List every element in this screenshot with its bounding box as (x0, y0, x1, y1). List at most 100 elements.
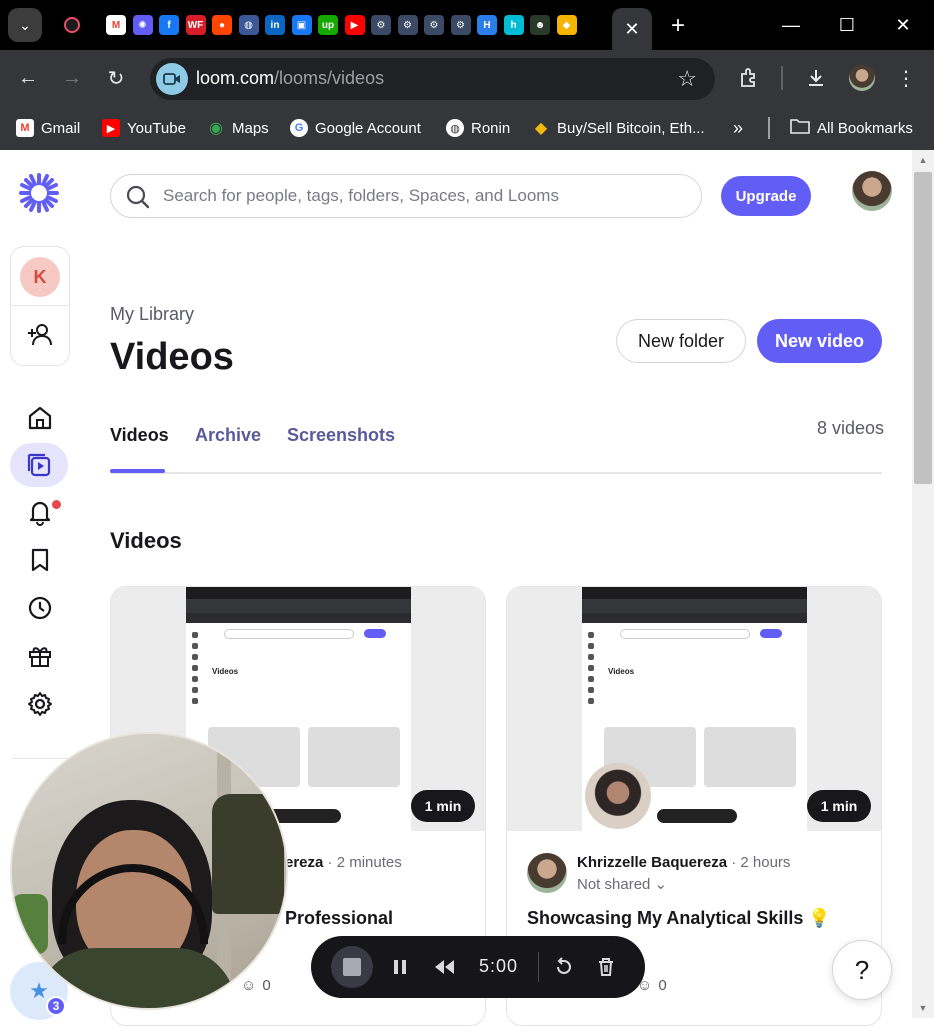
more-bookmarks-button[interactable]: » (733, 116, 743, 140)
all-bookmarks-folder[interactable]: All Bookmarks (790, 116, 913, 140)
recording-dot-icon[interactable] (64, 17, 80, 33)
address-bar[interactable]: loom.com/looms/videos ☆ (150, 58, 715, 100)
buffer-icon[interactable]: ▣ (291, 15, 312, 35)
new-folder-button[interactable]: New folder (616, 319, 746, 363)
webcam-bubble[interactable] (10, 732, 288, 1010)
gmail-icon[interactable]: M (106, 15, 126, 35)
linkedin-icon[interactable]: in (265, 15, 285, 35)
page-title: Videos (110, 336, 234, 378)
upgrade-button[interactable]: Upgrade (721, 176, 811, 216)
tab-archive[interactable]: Archive (195, 425, 261, 446)
scroll-up-arrow-icon[interactable]: ▲ (912, 152, 934, 168)
home-icon[interactable] (20, 398, 60, 438)
close-tab-icon[interactable]: ✕ (624, 19, 639, 40)
reddit-icon[interactable]: ● (212, 15, 232, 35)
restart-icon[interactable] (549, 952, 579, 982)
openai-icon[interactable]: ⚙ (397, 15, 418, 35)
search-input[interactable] (163, 183, 683, 209)
tab-search-button[interactable]: ⌄ (8, 8, 42, 42)
settings-gear-icon[interactable] (20, 684, 60, 724)
gmail-icon: M (16, 119, 34, 137)
loom-logo-icon[interactable] (18, 172, 60, 214)
scroll-down-arrow-icon[interactable]: ▼ (912, 1000, 934, 1016)
maximize-button[interactable]: ☐ (832, 10, 862, 40)
alien-icon[interactable]: ☻ (530, 15, 550, 35)
active-tab[interactable]: ✕ (612, 8, 652, 50)
divider (11, 305, 69, 306)
browser-toolbar: ← → ↻ loom.com/looms/videos ☆ ⋮ (0, 50, 934, 106)
user-avatar[interactable] (852, 171, 892, 211)
new-tab-button[interactable]: + (664, 12, 692, 40)
url-path: /looms/videos (274, 68, 385, 88)
extensions-icon[interactable] (733, 62, 765, 94)
recording-timer: 5:00 (479, 956, 519, 976)
add-member-icon[interactable] (26, 321, 54, 354)
video-title[interactable]: Professional (285, 908, 393, 929)
url-domain: loom.com (196, 68, 275, 88)
downloads-icon[interactable] (800, 62, 832, 94)
bookmark-binance[interactable]: ◆ Buy/Sell Bitcoin, Eth... (532, 116, 705, 140)
tab-screenshots[interactable]: Screenshots (287, 425, 395, 446)
share-status-dropdown[interactable]: Not shared ⌄ (577, 875, 667, 893)
close-window-button[interactable]: ✕ (888, 10, 918, 40)
bookmark-gmail[interactable]: M Gmail (16, 116, 80, 140)
thumbnail-webcam-bubble (585, 763, 651, 829)
stop-icon (343, 958, 361, 976)
owner-avatar[interactable] (527, 853, 567, 893)
bookmark-google-account[interactable]: G Google Account (290, 116, 421, 140)
loom-icon[interactable]: ✺ (132, 15, 153, 35)
gift-icon[interactable] (20, 636, 60, 676)
url-text: loom.com/looms/videos (196, 68, 384, 89)
bookmarks-bar: M Gmail ▶ YouTube ◉ Maps G Google Accoun… (0, 106, 934, 150)
forward-button[interactable]: → (56, 62, 88, 94)
history-clock-icon[interactable] (20, 588, 60, 628)
owner-name-text: Khrizzelle Baquereza (577, 854, 728, 871)
bookmark-ronin[interactable]: ◍ Ronin (446, 116, 510, 140)
notifications-bell-icon[interactable] (20, 492, 60, 532)
browser-menu-icon[interactable]: ⋮ (890, 62, 922, 94)
control-divider (538, 952, 539, 982)
bookmark-icon[interactable] (20, 540, 60, 580)
workspace-avatar[interactable]: K (20, 257, 60, 297)
bookmark-label: Ronin (471, 119, 511, 137)
globe-icon[interactable]: ◍ (238, 15, 259, 35)
facebook-icon[interactable]: f (159, 15, 179, 35)
pause-icon[interactable] (385, 952, 415, 982)
profile-avatar[interactable] (846, 62, 878, 94)
minimize-button[interactable]: — (776, 10, 806, 40)
hubstaff-icon[interactable]: H (477, 15, 497, 35)
openai-icon[interactable]: ⚙ (424, 15, 444, 35)
reload-button[interactable]: ↻ (100, 62, 132, 94)
google-icon: G (290, 119, 308, 137)
bookmark-label: YouTube (127, 119, 186, 137)
video-title[interactable]: Showcasing My Analytical Skills 💡 (527, 908, 831, 929)
section-title: Videos (110, 528, 182, 553)
tab-videos[interactable]: Videos (110, 425, 169, 446)
video-thumbnail[interactable]: Videos 1 min (507, 587, 881, 831)
bookmark-youtube[interactable]: ▶ YouTube (102, 116, 186, 140)
site-info-icon[interactable] (156, 63, 188, 95)
scrollbar-thumb[interactable] (914, 172, 932, 484)
openai-icon[interactable]: ⚙ (450, 15, 471, 35)
breadcrumb[interactable]: My Library (110, 304, 194, 325)
delete-trash-icon[interactable] (591, 952, 621, 982)
back-button[interactable]: ← (12, 62, 44, 94)
bookmark-label: All Bookmarks (817, 119, 913, 137)
library-videos-icon[interactable] (10, 443, 68, 487)
wf-icon[interactable]: WF (185, 15, 206, 35)
reactions-value: 0 (658, 977, 667, 994)
workspace-switcher: K (10, 246, 70, 366)
video-count: 8 videos (817, 418, 885, 438)
box-icon[interactable]: ◆ (556, 15, 577, 35)
owner-name: Khrizzelle Baquereza · 2 hours (577, 854, 790, 871)
openai-icon[interactable]: ⚙ (371, 15, 391, 35)
hubspot-icon[interactable]: h (503, 15, 524, 35)
new-video-button[interactable]: New video (757, 319, 882, 363)
bookmark-maps[interactable]: ◉ Maps (207, 116, 269, 140)
help-button[interactable]: ? (832, 940, 892, 1000)
bookmark-star-icon[interactable]: ☆ (677, 66, 697, 92)
stop-recording-button[interactable] (331, 946, 373, 988)
youtube-icon[interactable]: ▶ (344, 15, 365, 35)
rewind-icon[interactable] (429, 952, 459, 982)
upwork-icon[interactable]: up (318, 15, 338, 35)
